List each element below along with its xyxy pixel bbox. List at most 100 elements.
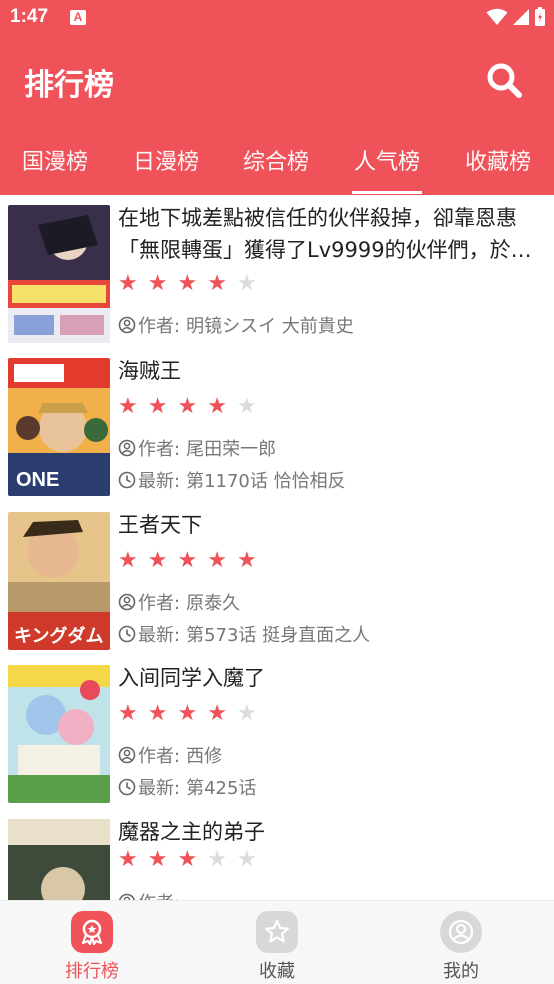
author-row: 作者: 尾田荣一郎 [118,435,276,461]
star-icon: ★ [236,701,257,726]
star-icon: ★ [177,701,198,726]
author-row: 作者: 西修 [118,742,222,768]
author-row: 作者: 明镜シスイ 大前貴史 [118,312,354,338]
star-icon: ★ [177,271,198,296]
manga-title: 在地下城差點被信任的伙伴殺掉，卻靠恩惠「無限轉蛋」獲得了Lv9999的伙伴們，於… [118,206,532,262]
manga-title: 海贼王 [118,359,181,383]
app-header: 1:47 A 排行榜 国漫榜 日漫榜 综合榜 人气榜 收藏榜 [0,0,554,195]
clock-icon [118,625,136,643]
list-item[interactable]: 魔器之主的弟子 ★ ★ ★ ★ ★ 作者: [0,809,554,900]
wifi-icon [486,8,508,25]
user-icon [118,316,136,334]
tab-shoucang[interactable]: 收藏榜 [465,144,531,176]
status-icons [486,7,546,27]
tab-zonghe[interactable]: 综合榜 [243,144,309,176]
active-tab-indicator [352,191,422,194]
category-tabs: 国漫榜 日漫榜 综合榜 人气榜 收藏榜 [0,140,554,195]
star-icon: ★ [147,701,168,726]
latest-row: 最新: 第425话 [118,774,256,800]
tab-renqi[interactable]: 人气榜 [354,144,420,176]
nav-ranking-label: 排行榜 [65,961,119,982]
manga-list: 在地下城差點被信任的伙伴殺掉，卻靠恩惠「無限轉蛋」獲得了Lv9999的伙伴們，於… [0,195,554,900]
latest-chapter: 第425话 [186,778,257,799]
author-name: 西修 [186,746,223,767]
author-row: 作者: [118,889,186,900]
rating-stars: ★ ★ ★ ★ ★ [118,703,257,725]
page-title: 排行榜 [24,68,114,103]
nav-favorites-label: 收藏 [259,961,295,982]
star-icon: ★ [147,271,168,296]
nav-favorites[interactable]: 收藏 [227,911,327,983]
nav-mine-label: 我的 [443,961,479,982]
latest-label: 最新: [138,778,181,799]
author-label: 作者: [138,439,181,460]
status-bar: 1:47 A [0,0,554,36]
star-icon: ★ [207,847,227,872]
star-icon: ★ [207,548,227,573]
author-name: 尾田荣一郎 [186,439,277,460]
star-icon: ★ [118,394,138,419]
search-button[interactable] [484,60,524,100]
battery-icon [535,7,545,26]
manga-title: 魔器之主的弟子 [118,820,265,844]
rating-stars: ★ ★ ★ ★ ★ [118,550,257,572]
person-icon [440,911,482,953]
cover-image [8,819,110,900]
author-row: 作者: 原泰久 [118,589,240,615]
bottom-navigation: 排行榜 收藏 我的 [0,900,554,984]
rating-stars: ★ ★ ★ ★ ★ [118,849,257,871]
star-icon: ★ [177,847,198,872]
cover-image [8,665,110,803]
star-icon: ★ [236,548,257,573]
latest-row: 最新: 第1170话 恰恰相反 [118,467,346,493]
star-icon [256,911,298,953]
svg-text:キングダム: キングダム [14,625,103,647]
author-name: 明镜シスイ 大前貴史 [186,316,354,337]
cover-image: キングダム [8,512,110,650]
list-item[interactable]: ONE 海贼王 ★ ★ ★ ★ ★ 作者: 尾田荣一郎 最新: 第1170话 恰… [0,348,554,498]
user-icon [118,439,136,457]
star-icon: ★ [147,394,168,419]
user-icon [118,893,136,900]
latest-label: 最新: [138,471,181,492]
author-label: 作者: [138,889,180,900]
nav-ranking[interactable]: 排行榜 [42,911,142,983]
user-icon [118,593,136,611]
author-label: 作者: [138,593,181,614]
latest-chapter: 第1170话 恰恰相反 [186,471,346,492]
cover-image: ONE [8,358,110,496]
author-label: 作者: [138,316,181,337]
latest-chapter: 第573话 挺身直面之人 [186,625,371,646]
star-icon: ★ [207,701,227,726]
svg-text:ONE: ONE [16,469,59,491]
search-icon [487,63,522,98]
star-icon: ★ [118,548,138,573]
latest-row: 最新: 第573话 挺身直面之人 [118,621,370,647]
star-icon: ★ [236,847,257,872]
manga-title: 入间同学入魔了 [118,666,265,690]
user-icon [118,746,136,764]
latest-label: 最新: [138,625,181,646]
star-icon: ★ [236,271,257,296]
notification-a-icon: A [70,10,86,25]
list-item[interactable]: 入间同学入魔了 ★ ★ ★ ★ ★ 作者: 西修 最新: 第425话 [0,655,554,805]
star-icon: ★ [177,394,198,419]
clock-icon [118,471,136,489]
star-icon: ★ [147,548,168,573]
rating-stars: ★ ★ ★ ★ ★ [118,273,257,295]
manga-title: 王者天下 [118,513,202,537]
list-item[interactable]: キングダム 王者天下 ★ ★ ★ ★ ★ 作者: 原泰久 最新: 第573话 挺… [0,502,554,652]
author-label: 作者: [138,746,181,767]
cover-image [8,205,110,343]
tab-riman[interactable]: 日漫榜 [133,144,199,176]
star-icon: ★ [177,548,198,573]
star-icon: ★ [207,271,227,296]
list-item[interactable]: 在地下城差點被信任的伙伴殺掉，卻靠恩惠「無限轉蛋」獲得了Lv9999的伙伴們，於… [0,195,554,345]
star-icon: ★ [207,394,227,419]
ranking-icon [71,911,113,953]
nav-mine[interactable]: 我的 [411,911,511,983]
clock-icon [118,778,136,796]
author-name: 原泰久 [186,593,241,614]
tab-guoman[interactable]: 国漫榜 [22,144,88,176]
star-icon: ★ [147,847,168,872]
